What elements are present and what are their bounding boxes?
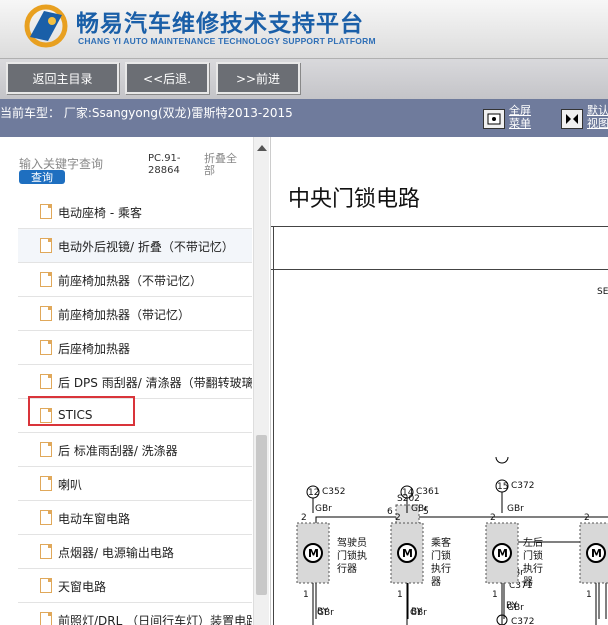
tree-item-label: 后 标准雨刮器/ 洗涤器 [58, 444, 178, 458]
pc-code: PC.91-28864 [148, 153, 181, 176]
forward-button[interactable]: >>前进 [216, 62, 300, 94]
actuator-label: 左后门锁执行器 [523, 538, 543, 587]
tree-item-label: 电动车窗电路 [58, 512, 131, 526]
home-button[interactable]: 返回主目录 [6, 62, 119, 94]
motor-symbol: M [308, 547, 319, 560]
wire-color-label: BY [317, 607, 329, 617]
motor-symbol: M [497, 547, 508, 560]
wire-color-label: GBr [411, 504, 428, 514]
wiring-diagram-lower: 12 C352 14 C361 15 C372 GBr GBr GBr 2 2 … [296, 457, 608, 625]
pin-number: 1 [397, 590, 403, 600]
highlight-box [28, 396, 135, 426]
actuator-label: 乘客门锁执行器 [431, 538, 451, 587]
platform-subtitle: CHANG YI AUTO MAINTENANCE TECHNOLOGY SUP… [78, 36, 376, 46]
motor-symbol: M [591, 547, 602, 560]
actuator-label: 驾驶员门锁执行器 [337, 538, 367, 575]
connector-label: C372 [511, 617, 534, 625]
tree-item-label: 电动外后视镜/ 折叠（不带记忆） [58, 240, 234, 254]
document-icon [40, 374, 52, 389]
tree-item[interactable]: 电动座椅 - 乘客 [18, 195, 252, 229]
tree-item[interactable]: 前座椅加热器（不带记忆） [18, 263, 252, 297]
connector-label: C372 [511, 481, 534, 491]
app-window: 畅易汽车维修技术支持平台 CHANG YI AUTO MAINTENANCE T… [0, 0, 608, 625]
tree-item-label: 前照灯/DRL （日间行车灯）装置电路 [58, 614, 252, 625]
pin-number: 1 [492, 590, 498, 600]
pin-number: 14 [402, 488, 414, 498]
connector-label: C352 [322, 487, 345, 497]
toolbar: 返回主目录 <<后退. >>前进 [0, 58, 608, 99]
fullscreen-icon[interactable] [483, 109, 505, 129]
pin-number: 2 [490, 513, 496, 523]
tree-item[interactable]: 后 标准雨刮器/ 洗涤器 [18, 433, 252, 467]
document-title: 中央门锁电路 [288, 187, 421, 212]
pin-number: 2 [395, 513, 401, 523]
default-view-link[interactable]: 默认视图 [587, 104, 608, 130]
wire-color-label: BY [411, 607, 423, 617]
header: 畅易汽车维修技术支持平台 CHANG YI AUTO MAINTENANCE T… [0, 0, 608, 58]
tree-item[interactable]: 前照灯/DRL （日间行车灯）装置电路 [18, 603, 252, 625]
document-icon [40, 476, 52, 491]
document-icon [40, 204, 52, 219]
pin-number: 12 [308, 488, 319, 498]
document-icon [40, 272, 52, 287]
tree-item-label: 后座椅加热器 [58, 342, 131, 356]
tree-item-label: 前座椅加热器（带记忆） [58, 308, 191, 322]
document-icon [40, 510, 52, 525]
tree-item[interactable]: 电动外后视镜/ 折叠（不带记忆） [18, 229, 252, 263]
document-icon [40, 306, 52, 321]
pin-number: 2 [584, 513, 590, 523]
tree-item-label: 电动座椅 - 乘客 [58, 206, 142, 220]
document-viewer: 中央门锁电路 SE S202 6 5 7 GBr [271, 137, 608, 625]
tree-item[interactable]: 后座椅加热器 [18, 331, 252, 365]
document-icon [40, 612, 52, 625]
pin-number: 1 [303, 590, 309, 600]
tree-item-label: 点烟器/ 电源输出电路 [58, 546, 174, 560]
connector-pin-circle [495, 457, 509, 464]
diagram-se-label: SE [597, 287, 608, 297]
search-button[interactable]: 查询 [19, 170, 65, 184]
document-icon [40, 544, 52, 559]
tree-item[interactable]: 天窗电路 [18, 569, 252, 603]
divider [271, 226, 608, 227]
document-icon [40, 340, 52, 355]
sidebar: 输入关键字查询 查询 PC.91-28864 折叠全部 电动座椅 - 乘客 电动… [0, 137, 271, 625]
tree-item-label: 喇叭 [58, 478, 83, 492]
tree-item-label: 后 DPS 雨刮器/ 清涤器（带翻转玻璃） [58, 376, 252, 390]
pin-number: 2 [301, 513, 307, 523]
platform-logo-icon [24, 4, 68, 48]
wire-color-label: BY [506, 601, 518, 611]
current-car-model: 当前车型： 厂家:Ssangyong(双龙)雷斯特2013-2015 [0, 106, 293, 120]
car-info-bar: 当前车型： 厂家:Ssangyong(双龙)雷斯特2013-2015 全屏菜单 … [0, 99, 608, 137]
tree-item-label: 前座椅加热器（不带记忆） [58, 274, 203, 288]
collapse-all-button[interactable]: 折叠全部 [204, 153, 244, 177]
back-button[interactable]: <<后退. [125, 62, 209, 94]
platform-title: 畅易汽车维修技术支持平台 [76, 11, 364, 37]
fullscreen-menu-link[interactable]: 全屏菜单 [509, 104, 535, 130]
document-icon [40, 442, 52, 457]
default-view-icon[interactable] [561, 109, 583, 129]
tree-item[interactable]: 前座椅加热器（带记忆） [18, 297, 252, 331]
connector-label: C361 [416, 487, 439, 497]
tree-item[interactable]: 喇叭 [18, 467, 252, 501]
pin-number: 15 [497, 482, 508, 492]
pin-number: 1 [586, 590, 592, 600]
wire-color-label: GBr [507, 504, 524, 514]
motor-symbol: M [402, 547, 413, 560]
scroll-up-arrow-icon[interactable] [257, 145, 267, 151]
tree-item[interactable]: 后 DPS 雨刮器/ 清涤器（带翻转玻璃） [18, 365, 252, 399]
wire-color-label: GBr [315, 504, 332, 514]
scrollbar-thumb[interactable] [256, 435, 267, 595]
tree-item-label: 天窗电路 [58, 580, 107, 594]
document-icon [40, 238, 52, 253]
sidebar-scrollbar[interactable] [253, 137, 269, 625]
document-icon [40, 578, 52, 593]
tree-item[interactable]: 点烟器/ 电源输出电路 [18, 535, 252, 569]
tree-item[interactable]: 电动车窗电路 [18, 501, 252, 535]
